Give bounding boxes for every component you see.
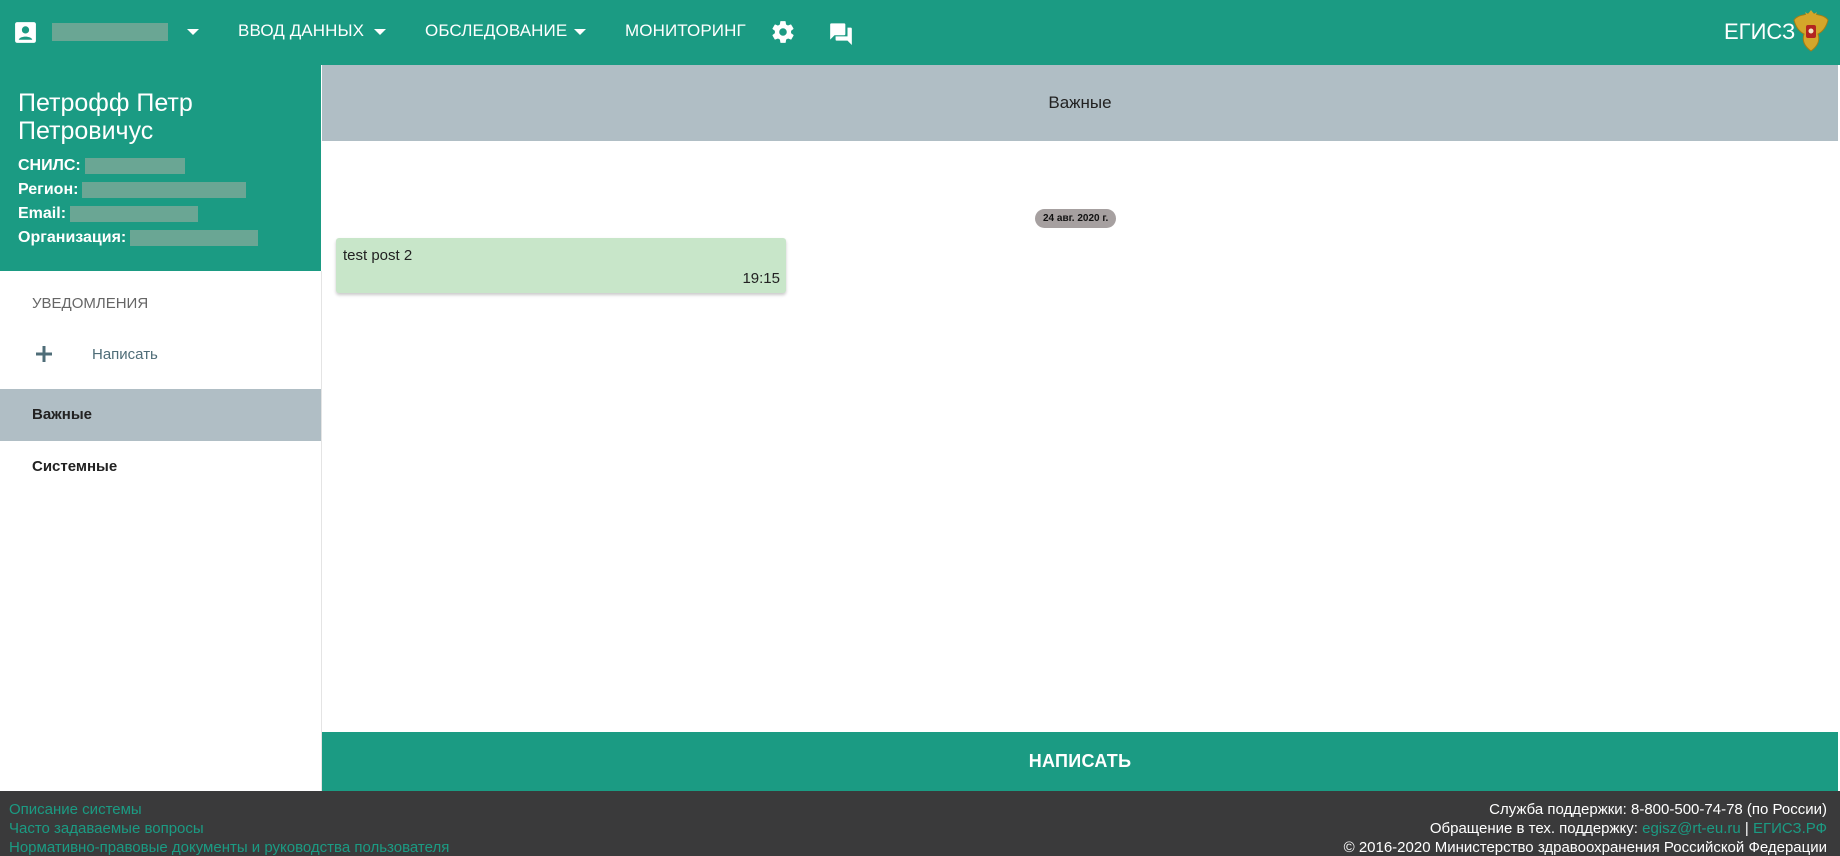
snils-value-redacted (84, 157, 185, 174)
compose-label[interactable]: Написать (92, 346, 158, 363)
nav-monitoring[interactable]: МОНИТОРИНГ (625, 20, 746, 42)
region-value-redacted (82, 181, 247, 198)
support-appeal-line: Обращение в тех. поддержку: egisz@rt-eu.… (1430, 820, 1827, 837)
sidebar-item-label[interactable]: Важные (32, 406, 92, 423)
profile-email: Email: (18, 205, 199, 223)
brand-title[interactable]: ЕГИСЗ (1724, 19, 1795, 45)
snils-label: СНИЛС: (18, 157, 81, 174)
organization-value-redacted (130, 229, 259, 246)
message-bubble[interactable]: test post 2 19:15 (336, 238, 786, 293)
egisz-site-link[interactable]: ЕГИСЗ.РФ (1753, 820, 1827, 837)
write-button[interactable]: НАПИСАТЬ (322, 732, 1838, 791)
region-label: Регион: (18, 181, 79, 198)
feed-header: Важные (322, 65, 1838, 141)
support-email-link[interactable]: egisz@rt-eu.ru (1642, 820, 1741, 837)
profile-snils: СНИЛС: (18, 157, 185, 175)
message-time: 19:15 (742, 270, 780, 287)
compose-link[interactable]: Написать (0, 337, 321, 373)
profile-region: Регион: (18, 181, 247, 199)
email-value-redacted (70, 205, 199, 222)
emblem-icon (1793, 10, 1829, 52)
organization-label: Организация: (18, 229, 127, 246)
top-navigation-bar: ВВОД ДАННЫХ ОБСЛЕДОВАНИЕ МОНИТОРИНГ ЕГИС… (0, 0, 1840, 65)
account-box-icon[interactable] (13, 20, 38, 45)
plus-icon[interactable] (34, 344, 54, 364)
chevron-down-icon[interactable] (574, 29, 586, 35)
support-phone-line: Служба поддержки: 8-800-500-74-78 (по Ро… (1489, 801, 1827, 818)
user-name-redacted[interactable] (52, 23, 168, 41)
footer-link-system-description[interactable]: Описание системы (9, 801, 142, 818)
sidebar-item-system[interactable]: Системные (0, 441, 321, 493)
sidebar-heading: УВЕДОМЛЕНИЯ (32, 295, 149, 312)
feed-title: Важные (1048, 93, 1112, 112)
footer: Описание системы Часто задаваемые вопрос… (0, 791, 1840, 856)
chat-icon[interactable] (828, 19, 854, 45)
message-feed[interactable]: 24 авг. 2020 г. test post 2 19:15 (322, 141, 1838, 732)
gear-icon[interactable] (770, 19, 796, 45)
chevron-down-icon[interactable] (187, 29, 199, 35)
footer-link-faq[interactable]: Часто задаваемые вопросы (9, 820, 204, 837)
message-text: test post 2 (343, 247, 413, 264)
separator: | (1744, 820, 1749, 837)
sidebar-item-important[interactable]: Важные (0, 389, 321, 441)
notifications-sidebar: УВЕДОМЛЕНИЯ Написать Важные Системные (0, 271, 323, 791)
email-label: Email: (18, 205, 67, 222)
copyright: © 2016-2020 Министерство здравоохранения… (1343, 839, 1827, 856)
date-separator: 24 авг. 2020 г. (1035, 209, 1117, 228)
nav-survey[interactable]: ОБСЛЕДОВАНИЕ (425, 20, 567, 42)
user-profile-card: Петрофф Петр Петровичус СНИЛС: Регион: E… (0, 65, 321, 271)
profile-organization: Организация: (18, 229, 259, 247)
sidebar-item-label[interactable]: Системные (32, 458, 117, 475)
footer-link-regulatory-docs[interactable]: Нормативно-правовые документы и руководс… (9, 839, 449, 856)
appeal-prefix: Обращение в тех. поддержку: (1429, 820, 1638, 837)
chevron-down-icon[interactable] (374, 29, 386, 35)
profile-name: Петрофф Петр Петровичус (18, 89, 193, 145)
nav-data-entry[interactable]: ВВОД ДАННЫХ (238, 20, 364, 42)
write-button-label[interactable]: НАПИСАТЬ (322, 751, 1838, 772)
